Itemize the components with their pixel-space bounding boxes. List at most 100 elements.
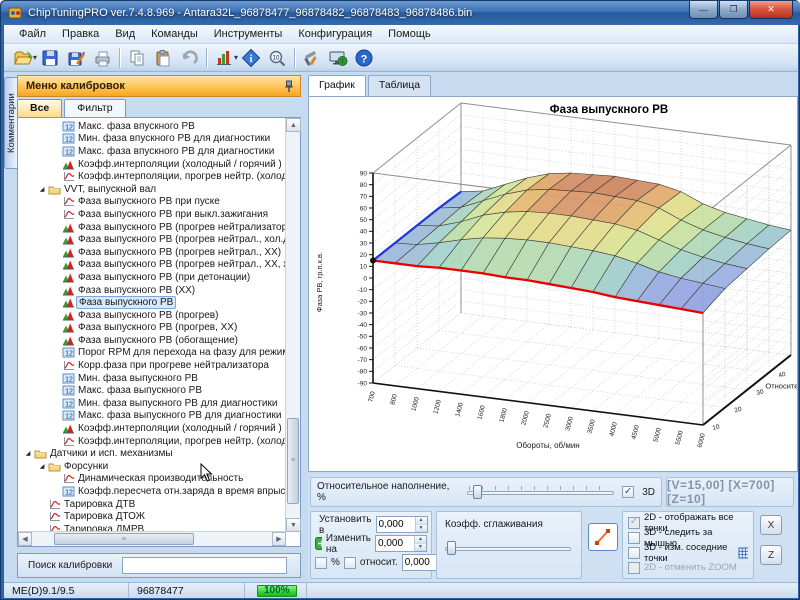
tree-folder[interactable]: ◢Датчики и исп. механизмы [18, 447, 286, 460]
menu-edit[interactable]: Правка [55, 26, 106, 42]
change-by-spinner[interactable]: ▲▼ [375, 535, 427, 552]
tree-item[interactable]: Фаза выпускного РВ (обогащение) [18, 334, 286, 347]
scroll-up-icon[interactable]: ▲ [286, 118, 301, 132]
menu-configuration[interactable]: Конфигурация [291, 26, 379, 42]
close-button[interactable]: ✕ [749, 1, 793, 19]
tree-item[interactable]: Фаза выпускного РВ (прогрев нейтрал., хо… [18, 233, 286, 246]
tree-item[interactable]: Фаза выпускного РВ (прогрев, ХХ) [18, 322, 286, 335]
scroll-down-icon[interactable]: ▼ [286, 518, 301, 532]
tree-item[interactable]: 12Мин. фаза выпускного РВ для диагностик… [18, 397, 286, 410]
expand-arrow-icon[interactable]: ◢ [22, 450, 34, 457]
help-icon[interactable]: ? [351, 46, 377, 70]
calibration-search-input[interactable] [122, 557, 287, 574]
tab-table[interactable]: Таблица [368, 75, 431, 96]
svg-text:10: 10 [712, 423, 721, 432]
tree-item[interactable]: Фаза выпускного РВ при пуске [18, 196, 286, 209]
tree-item[interactable]: Динамическая производительность [18, 473, 286, 486]
tree-item[interactable]: Фаза выпускного РВ (прогрев нейтрализато… [18, 221, 286, 234]
copy-icon[interactable] [124, 46, 150, 70]
tree-item[interactable]: Фаза выпускного РВ [18, 296, 286, 309]
tree-item-label: Корр.фаза при прогреве нейтрализатора [76, 360, 271, 371]
tab-all[interactable]: Все [17, 99, 62, 117]
tree-item[interactable]: Коэфф.интерполяции (холодный / горячий ) [18, 158, 286, 171]
tree-item[interactable]: Тарировка ДТВ [18, 498, 286, 511]
table-icon: 12 [62, 410, 76, 421]
tree-horizontal-scrollbar[interactable]: ◀ ≡ ▶ [18, 531, 286, 546]
save-icon[interactable] [37, 46, 63, 70]
tree-item[interactable]: 12Макс. фаза впускного РВ для диагностик… [18, 145, 286, 158]
tree-item[interactable]: Корр.фаза при прогреве нейтрализатора [18, 359, 286, 372]
scroll-left-icon[interactable]: ◀ [18, 532, 32, 546]
svg-text:10: 10 [360, 264, 368, 271]
load-axis-label: Относительное наполнение, % [317, 481, 459, 503]
x-axis-button[interactable]: X [760, 515, 782, 535]
comments-side-tab[interactable]: Комментарии [4, 77, 17, 169]
print-icon[interactable] [89, 46, 115, 70]
chart-panel: График Таблица -90-80-70-60-50-40-30-20-… [308, 75, 798, 582]
load-slider[interactable] [467, 484, 615, 500]
tree-item[interactable]: 12Мин. фаза выпускного РВ [18, 372, 286, 385]
menu-instruments[interactable]: Инструменты [207, 26, 290, 42]
checkbox-percent[interactable] [315, 557, 327, 569]
tree-item[interactable]: 12Макс. фаза впускного РВ [18, 120, 286, 133]
calibration-panel-title: Меню калибровок [26, 80, 125, 92]
tree-item[interactable]: Коэфф.интерполяции (холодный / горячий ) [18, 422, 286, 435]
zoom-search-icon[interactable]: 10 [264, 46, 290, 70]
tree-item[interactable]: 12Порог RPM для перехода на фазу для реж… [18, 347, 286, 360]
surface-chart[interactable]: -90-80-70-60-50-40-30-20-100102030405060… [309, 97, 797, 471]
svg-text:Обороты, об/мин: Обороты, об/мин [516, 441, 579, 450]
tree-item[interactable]: 12Коэфф.пересчета отн.заряда в время впр… [18, 485, 286, 498]
checkbox-3d[interactable] [622, 486, 634, 498]
tree-folder[interactable]: ◢Форсунки [18, 460, 286, 473]
tree-vertical-scrollbar[interactable]: ▲ ≡ ▼ [285, 118, 300, 532]
checkbox-2d-all-points[interactable] [628, 517, 640, 529]
tree-item-label: Макс. фаза впускного РВ [76, 121, 197, 132]
maximize-button[interactable]: ❐ [719, 1, 748, 19]
edit-line-button[interactable] [588, 523, 618, 551]
tree-item[interactable]: 12Мин. фаза впускного РВ для диагностики [18, 133, 286, 146]
menu-help[interactable]: Помощь [381, 26, 438, 42]
expand-arrow-icon[interactable]: ◢ [36, 463, 48, 470]
pin-icon[interactable] [284, 80, 294, 93]
menu-commands[interactable]: Команды [144, 26, 205, 42]
paste-icon[interactable] [150, 46, 176, 70]
tree-item[interactable]: Фаза выпускного РВ (прогрев) [18, 309, 286, 322]
undo-icon[interactable] [176, 46, 202, 70]
info-diamond-icon[interactable]: i [238, 46, 264, 70]
minimize-button[interactable]: — [689, 1, 718, 19]
scroll-right-icon[interactable]: ▶ [272, 532, 286, 546]
title-bar[interactable]: ChipTuningPRO ver.7.4.8.969 - Antara32L_… [1, 1, 800, 25]
menu-file[interactable]: Файл [12, 26, 53, 42]
tree-folder[interactable]: ◢VVT, выпускной вал [18, 183, 286, 196]
tools-icon[interactable] [299, 46, 325, 70]
set-to-spinner[interactable]: ▲▼ [376, 516, 428, 533]
svg-text:2500: 2500 [542, 413, 553, 429]
tree-item[interactable]: 12Макс. фаза выпускного РВ [18, 384, 286, 397]
z-axis-button[interactable]: Z [760, 545, 782, 565]
tab-filter[interactable]: Фильтр [64, 99, 125, 117]
tree-item[interactable]: Коэфф.интерполяции, прогрев нейтр. (холо… [18, 170, 286, 183]
checkbox-relative[interactable] [344, 557, 356, 569]
tree-item[interactable]: Тарировка ДТОЖ [18, 510, 286, 523]
tree-item[interactable]: Фаза выпускного РВ (ХХ) [18, 284, 286, 297]
tree-item[interactable]: Фаза выпускного РВ (при детонации) [18, 271, 286, 284]
tree-item[interactable]: Коэфф.интерполяции, прогрев нейтр. (холо… [18, 435, 286, 448]
tree-item[interactable]: Фаза выпускного РВ (прогрев нейтрал., ХХ… [18, 259, 286, 272]
tree-item[interactable]: Фаза выпускного РВ при выкл.зажигания [18, 208, 286, 221]
tree-item[interactable]: Фаза выпускного РВ (прогрев нейтрал., ХХ… [18, 246, 286, 259]
map3d-icon [62, 222, 76, 233]
checkbox-2d-cancel-zoom[interactable] [628, 562, 640, 574]
network-pc-icon[interactable] [325, 46, 351, 70]
expand-arrow-icon[interactable]: ◢ [36, 186, 48, 193]
smoothing-slider[interactable] [445, 540, 571, 556]
tab-graph[interactable]: График [308, 75, 366, 96]
menu-view[interactable]: Вид [108, 26, 142, 42]
checkbox-3d-adjacent-points[interactable] [628, 547, 640, 559]
table-icon: 12 [62, 121, 76, 132]
tree-item[interactable]: 12Макс. фаза выпускного РВ для диагности… [18, 410, 286, 423]
calibration-tree[interactable]: 12Макс. фаза впускного РВ12Мин. фаза впу… [18, 118, 286, 532]
status-bar: ME(D)9.1/9.5 96878477 100% [4, 582, 798, 598]
save-as-icon[interactable] [63, 46, 89, 70]
tree-item-label: Мин. фаза выпускного РВ [76, 373, 200, 384]
checkbox-3d-follow-mouse[interactable] [628, 532, 640, 544]
